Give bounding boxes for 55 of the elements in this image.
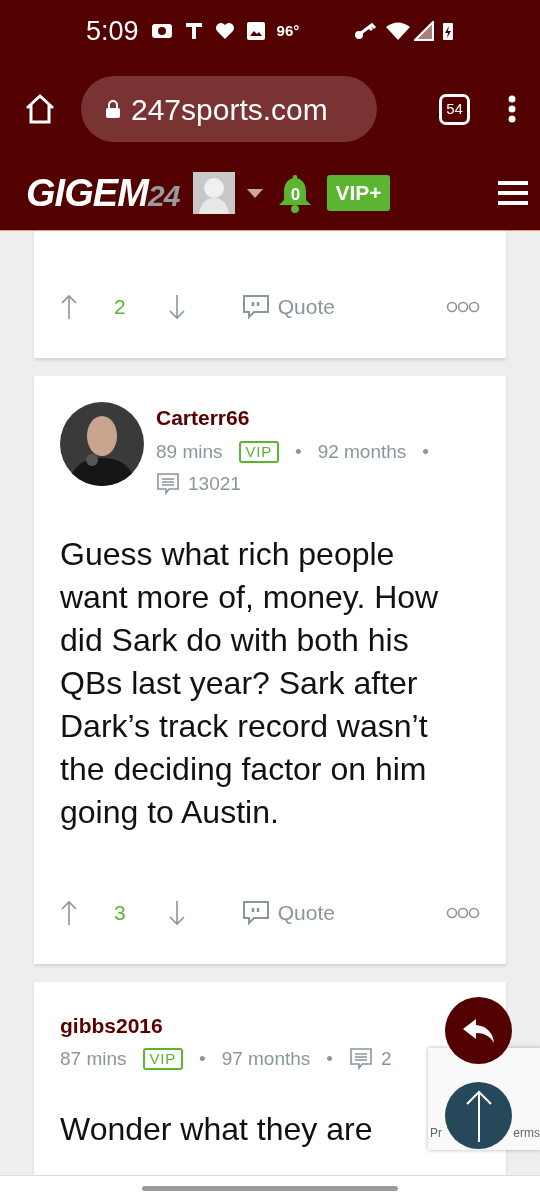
battery-icon	[442, 21, 454, 41]
tab-count[interactable]: 54	[439, 93, 470, 125]
reply-icon	[461, 1017, 496, 1044]
vote-count: 3	[114, 899, 126, 926]
post-body: Wonder what they are	[60, 1110, 373, 1147]
downvote-icon[interactable]	[167, 899, 186, 926]
signal-icon	[414, 21, 434, 41]
site-logo[interactable]: GIGEM24	[26, 164, 180, 222]
separator-dot: •	[198, 1047, 206, 1071]
key-icon	[354, 22, 378, 40]
separator-dot: •	[326, 1047, 333, 1071]
image-icon	[246, 22, 265, 40]
recaptcha-privacy-link[interactable]: Pr	[430, 1124, 442, 1142]
menu-icon[interactable]	[508, 95, 516, 123]
post-count: 2	[381, 1047, 392, 1071]
vote-count: 2	[114, 294, 126, 321]
upvote-icon[interactable]	[60, 899, 78, 926]
quote-bubble-icon	[241, 899, 270, 926]
author-name[interactable]: Carterr66	[156, 402, 480, 434]
member-tenure: 97 months	[221, 1047, 311, 1071]
post-time: 87 mins	[60, 1047, 127, 1071]
gesture-bar[interactable]	[142, 1185, 398, 1191]
downvote-icon[interactable]	[167, 294, 186, 320]
separator-dot: •	[294, 439, 302, 464]
url-bar[interactable]: 247sports.com	[81, 76, 377, 142]
user-avatar[interactable]	[193, 172, 236, 214]
separator-dot: •	[422, 439, 429, 464]
post-time: 89 mins	[156, 439, 223, 464]
status-time: 5:09	[86, 14, 139, 48]
url-text: 247sports.com	[131, 91, 328, 128]
temperature: 96°	[276, 20, 300, 41]
more-options-icon[interactable]	[446, 906, 480, 919]
wifi-icon	[386, 22, 410, 40]
quote-button[interactable]: Quote	[241, 291, 335, 323]
quote-bubble-icon	[241, 294, 270, 320]
more-options-icon[interactable]	[446, 301, 480, 313]
recaptcha-terms-link[interactable]: erms	[513, 1124, 540, 1142]
camera-icon	[150, 22, 173, 40]
up-arrow-icon	[465, 1089, 492, 1142]
author-name[interactable]: gibbs2016	[60, 1009, 392, 1041]
dropdown-caret-icon[interactable]	[247, 188, 264, 198]
post-count: 13021	[188, 472, 241, 496]
comment-icon	[156, 472, 180, 497]
lock-icon	[105, 99, 121, 119]
text-icon	[184, 22, 203, 40]
vip-badge: VIP	[238, 440, 279, 463]
vip-badge: VIP	[142, 1048, 183, 1071]
post-body: Guess what rich people want more of, money. How did Sark do with both his QBs last year? Sark after Dark’s track record wasn’t the deciding factor on him going to Austin.	[60, 535, 439, 830]
home-icon[interactable]	[24, 93, 56, 125]
comment-icon	[349, 1047, 373, 1072]
upvote-icon[interactable]	[60, 294, 78, 320]
quote-button[interactable]: Quote	[241, 896, 335, 929]
member-tenure: 92 months	[317, 439, 407, 464]
hamburger-menu-icon[interactable]	[498, 180, 528, 206]
heart-icon	[214, 22, 235, 40]
